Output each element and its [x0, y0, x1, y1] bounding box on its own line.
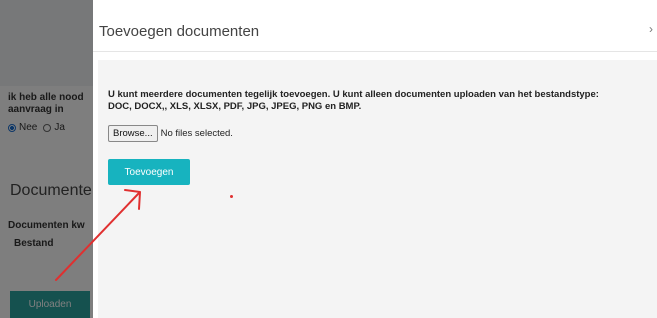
chevron-right-icon[interactable]: ›	[649, 22, 653, 36]
file-input[interactable]: Browse... No files selected.	[108, 125, 233, 142]
add-button[interactable]: Toevoegen	[108, 159, 190, 185]
add-documents-modal: Toevoegen documenten › U kunt meerdere d…	[93, 0, 657, 318]
upload-instructions-line2: DOC, DOCX,, XLS, XLSX, PDF, JPG, JPEG, P…	[108, 101, 362, 112]
file-status-text: No files selected.	[160, 128, 233, 139]
annotation-dot	[230, 195, 233, 198]
upload-instructions-line1: U kunt meerdere documenten tegelijk toev…	[108, 89, 599, 100]
modal-body: U kunt meerdere documenten tegelijk toev…	[98, 60, 657, 318]
browse-button[interactable]: Browse...	[108, 125, 158, 142]
modal-header: Toevoegen documenten ›	[93, 0, 657, 52]
modal-title: Toevoegen documenten	[99, 23, 260, 40]
upload-instructions: U kunt meerdere documenten tegelijk toev…	[108, 89, 648, 113]
